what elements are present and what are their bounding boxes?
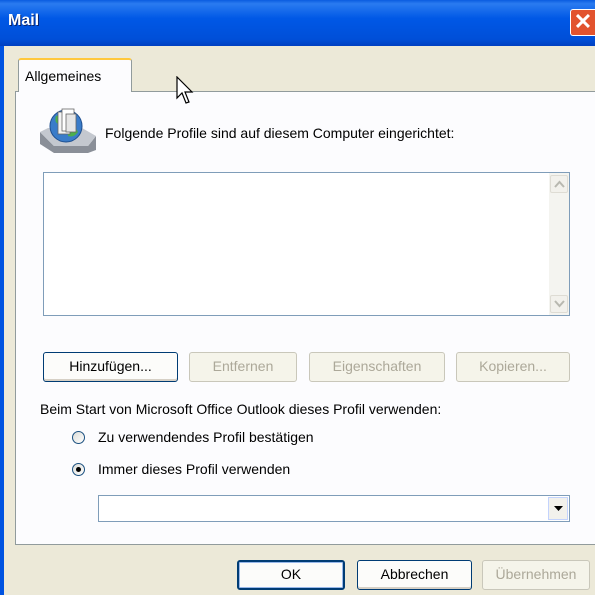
mail-profiles-icon [40, 108, 96, 153]
close-button[interactable]: ✕ [570, 9, 595, 36]
scroll-up-button[interactable] [550, 175, 568, 193]
radio-label: Immer dieses Profil verwenden [98, 461, 291, 477]
radio-button-checked[interactable] [72, 463, 85, 476]
chevron-down-icon [554, 506, 563, 511]
tab-allgemeines[interactable]: Allgemeines [18, 58, 132, 92]
radio-label: Zu verwendendes Profil bestätigen [98, 429, 314, 445]
apply-button[interactable]: Übernehmen [482, 560, 590, 590]
properties-button[interactable]: Eigenschaften [309, 352, 445, 382]
title-bar: Mail ✕ [0, 0, 595, 46]
remove-button[interactable]: Entfernen [189, 352, 297, 382]
startup-caption: Beim Start von Microsoft Office Outlook … [40, 401, 442, 417]
cancel-button[interactable]: Abbrechen [357, 560, 472, 590]
window-title: Mail [8, 12, 40, 29]
ok-button[interactable]: OK [237, 560, 345, 590]
dropdown-button[interactable] [548, 497, 568, 520]
chevron-up-icon [554, 180, 565, 188]
profiles-list[interactable] [43, 172, 570, 316]
add-button[interactable]: Hinzufügen... [43, 352, 178, 382]
scroll-down-button[interactable] [550, 295, 568, 313]
radio-button[interactable] [72, 431, 85, 444]
tab-label: Allgemeines [25, 68, 102, 84]
chevron-down-icon [554, 300, 565, 308]
profiles-caption: Folgende Profile sind auf diesem Compute… [105, 125, 455, 141]
window-frame [0, 46, 4, 595]
copy-button[interactable]: Kopieren... [456, 352, 570, 382]
profile-select[interactable] [98, 495, 570, 522]
mouse-cursor-icon [176, 76, 194, 104]
close-icon: ✕ [573, 9, 593, 34]
profiles-scrollbar[interactable] [549, 173, 569, 315]
